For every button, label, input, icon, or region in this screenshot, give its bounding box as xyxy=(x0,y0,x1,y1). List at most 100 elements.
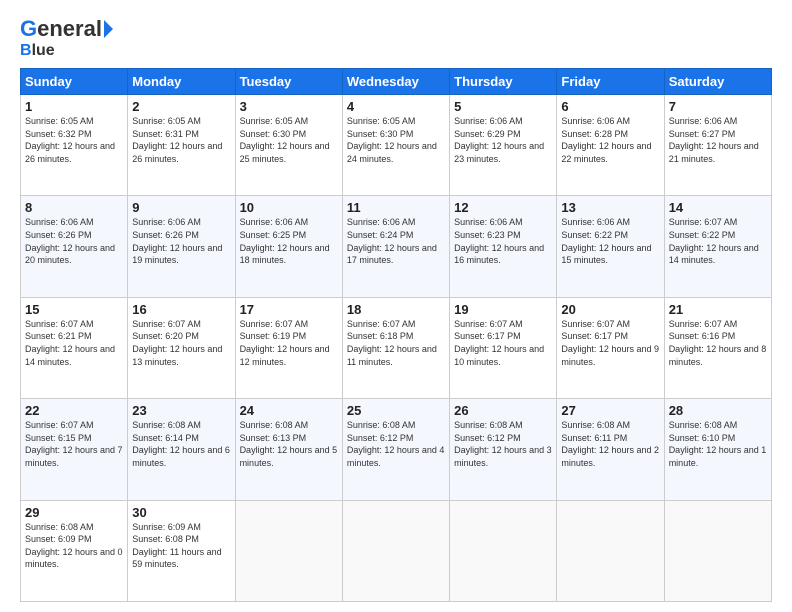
cell-info: Sunrise: 6:06 AMSunset: 6:23 PMDaylight:… xyxy=(454,216,552,266)
day-number: 24 xyxy=(240,403,338,418)
calendar-cell: 25Sunrise: 6:08 AMSunset: 6:12 PMDayligh… xyxy=(342,399,449,500)
calendar-week-1: 1Sunrise: 6:05 AMSunset: 6:32 PMDaylight… xyxy=(21,95,772,196)
logo-arrow-icon xyxy=(104,20,113,38)
calendar-cell: 28Sunrise: 6:08 AMSunset: 6:10 PMDayligh… xyxy=(664,399,771,500)
cell-info: Sunrise: 6:09 AMSunset: 6:08 PMDaylight:… xyxy=(132,521,230,571)
day-number: 7 xyxy=(669,99,767,114)
day-number: 13 xyxy=(561,200,659,215)
calendar-cell xyxy=(235,500,342,601)
cell-info: Sunrise: 6:07 AMSunset: 6:17 PMDaylight:… xyxy=(561,318,659,368)
logo-lue: lue xyxy=(32,42,55,60)
calendar-cell: 10Sunrise: 6:06 AMSunset: 6:25 PMDayligh… xyxy=(235,196,342,297)
day-number: 2 xyxy=(132,99,230,114)
calendar-cell: 13Sunrise: 6:06 AMSunset: 6:22 PMDayligh… xyxy=(557,196,664,297)
calendar-cell xyxy=(450,500,557,601)
calendar-cell: 20Sunrise: 6:07 AMSunset: 6:17 PMDayligh… xyxy=(557,297,664,398)
page: G eneral B lue SundayMondayTuesdayWednes… xyxy=(0,0,792,612)
cell-info: Sunrise: 6:06 AMSunset: 6:29 PMDaylight:… xyxy=(454,115,552,165)
day-number: 17 xyxy=(240,302,338,317)
calendar-cell: 26Sunrise: 6:08 AMSunset: 6:12 PMDayligh… xyxy=(450,399,557,500)
calendar-cell: 8Sunrise: 6:06 AMSunset: 6:26 PMDaylight… xyxy=(21,196,128,297)
logo-g: G xyxy=(20,16,37,42)
day-number: 19 xyxy=(454,302,552,317)
calendar-cell: 4Sunrise: 6:05 AMSunset: 6:30 PMDaylight… xyxy=(342,95,449,196)
calendar-cell: 21Sunrise: 6:07 AMSunset: 6:16 PMDayligh… xyxy=(664,297,771,398)
cell-info: Sunrise: 6:08 AMSunset: 6:10 PMDaylight:… xyxy=(669,419,767,469)
cell-info: Sunrise: 6:05 AMSunset: 6:32 PMDaylight:… xyxy=(25,115,123,165)
calendar-cell xyxy=(664,500,771,601)
day-number: 30 xyxy=(132,505,230,520)
column-header-sunday: Sunday xyxy=(21,69,128,95)
calendar-cell: 14Sunrise: 6:07 AMSunset: 6:22 PMDayligh… xyxy=(664,196,771,297)
day-number: 5 xyxy=(454,99,552,114)
cell-info: Sunrise: 6:08 AMSunset: 6:11 PMDaylight:… xyxy=(561,419,659,469)
logo: G eneral B lue xyxy=(20,16,113,60)
cell-info: Sunrise: 6:06 AMSunset: 6:27 PMDaylight:… xyxy=(669,115,767,165)
calendar-cell xyxy=(342,500,449,601)
calendar-cell: 2Sunrise: 6:05 AMSunset: 6:31 PMDaylight… xyxy=(128,95,235,196)
column-header-friday: Friday xyxy=(557,69,664,95)
cell-info: Sunrise: 6:05 AMSunset: 6:30 PMDaylight:… xyxy=(240,115,338,165)
calendar-header-row: SundayMondayTuesdayWednesdayThursdayFrid… xyxy=(21,69,772,95)
calendar-cell: 3Sunrise: 6:05 AMSunset: 6:30 PMDaylight… xyxy=(235,95,342,196)
calendar-cell: 15Sunrise: 6:07 AMSunset: 6:21 PMDayligh… xyxy=(21,297,128,398)
day-number: 11 xyxy=(347,200,445,215)
day-number: 28 xyxy=(669,403,767,418)
cell-info: Sunrise: 6:08 AMSunset: 6:13 PMDaylight:… xyxy=(240,419,338,469)
column-header-thursday: Thursday xyxy=(450,69,557,95)
cell-info: Sunrise: 6:06 AMSunset: 6:22 PMDaylight:… xyxy=(561,216,659,266)
calendar-cell: 1Sunrise: 6:05 AMSunset: 6:32 PMDaylight… xyxy=(21,95,128,196)
calendar-week-2: 8Sunrise: 6:06 AMSunset: 6:26 PMDaylight… xyxy=(21,196,772,297)
day-number: 18 xyxy=(347,302,445,317)
day-number: 27 xyxy=(561,403,659,418)
cell-info: Sunrise: 6:08 AMSunset: 6:09 PMDaylight:… xyxy=(25,521,123,571)
cell-info: Sunrise: 6:06 AMSunset: 6:28 PMDaylight:… xyxy=(561,115,659,165)
day-number: 29 xyxy=(25,505,123,520)
column-header-wednesday: Wednesday xyxy=(342,69,449,95)
cell-info: Sunrise: 6:05 AMSunset: 6:31 PMDaylight:… xyxy=(132,115,230,165)
header: G eneral B lue xyxy=(20,16,772,60)
cell-info: Sunrise: 6:07 AMSunset: 6:15 PMDaylight:… xyxy=(25,419,123,469)
day-number: 3 xyxy=(240,99,338,114)
cell-info: Sunrise: 6:07 AMSunset: 6:22 PMDaylight:… xyxy=(669,216,767,266)
column-header-saturday: Saturday xyxy=(664,69,771,95)
column-header-tuesday: Tuesday xyxy=(235,69,342,95)
cell-info: Sunrise: 6:08 AMSunset: 6:12 PMDaylight:… xyxy=(454,419,552,469)
calendar-cell: 17Sunrise: 6:07 AMSunset: 6:19 PMDayligh… xyxy=(235,297,342,398)
calendar-cell: 18Sunrise: 6:07 AMSunset: 6:18 PMDayligh… xyxy=(342,297,449,398)
day-number: 16 xyxy=(132,302,230,317)
day-number: 9 xyxy=(132,200,230,215)
cell-info: Sunrise: 6:06 AMSunset: 6:24 PMDaylight:… xyxy=(347,216,445,266)
day-number: 12 xyxy=(454,200,552,215)
day-number: 10 xyxy=(240,200,338,215)
cell-info: Sunrise: 6:06 AMSunset: 6:25 PMDaylight:… xyxy=(240,216,338,266)
calendar-cell: 30Sunrise: 6:09 AMSunset: 6:08 PMDayligh… xyxy=(128,500,235,601)
calendar-cell: 16Sunrise: 6:07 AMSunset: 6:20 PMDayligh… xyxy=(128,297,235,398)
day-number: 15 xyxy=(25,302,123,317)
calendar-table: SundayMondayTuesdayWednesdayThursdayFrid… xyxy=(20,68,772,602)
calendar-week-5: 29Sunrise: 6:08 AMSunset: 6:09 PMDayligh… xyxy=(21,500,772,601)
cell-info: Sunrise: 6:08 AMSunset: 6:12 PMDaylight:… xyxy=(347,419,445,469)
cell-info: Sunrise: 6:07 AMSunset: 6:21 PMDaylight:… xyxy=(25,318,123,368)
day-number: 25 xyxy=(347,403,445,418)
calendar-cell: 23Sunrise: 6:08 AMSunset: 6:14 PMDayligh… xyxy=(128,399,235,500)
cell-info: Sunrise: 6:06 AMSunset: 6:26 PMDaylight:… xyxy=(25,216,123,266)
calendar-cell: 24Sunrise: 6:08 AMSunset: 6:13 PMDayligh… xyxy=(235,399,342,500)
calendar-cell: 27Sunrise: 6:08 AMSunset: 6:11 PMDayligh… xyxy=(557,399,664,500)
cell-info: Sunrise: 6:05 AMSunset: 6:30 PMDaylight:… xyxy=(347,115,445,165)
day-number: 22 xyxy=(25,403,123,418)
day-number: 20 xyxy=(561,302,659,317)
day-number: 26 xyxy=(454,403,552,418)
cell-info: Sunrise: 6:07 AMSunset: 6:17 PMDaylight:… xyxy=(454,318,552,368)
cell-info: Sunrise: 6:06 AMSunset: 6:26 PMDaylight:… xyxy=(132,216,230,266)
day-number: 23 xyxy=(132,403,230,418)
calendar-cell: 9Sunrise: 6:06 AMSunset: 6:26 PMDaylight… xyxy=(128,196,235,297)
calendar-cell: 5Sunrise: 6:06 AMSunset: 6:29 PMDaylight… xyxy=(450,95,557,196)
calendar-cell xyxy=(557,500,664,601)
cell-info: Sunrise: 6:07 AMSunset: 6:18 PMDaylight:… xyxy=(347,318,445,368)
day-number: 4 xyxy=(347,99,445,114)
column-header-monday: Monday xyxy=(128,69,235,95)
day-number: 14 xyxy=(669,200,767,215)
cell-info: Sunrise: 6:07 AMSunset: 6:19 PMDaylight:… xyxy=(240,318,338,368)
logo-b: B xyxy=(20,42,32,60)
